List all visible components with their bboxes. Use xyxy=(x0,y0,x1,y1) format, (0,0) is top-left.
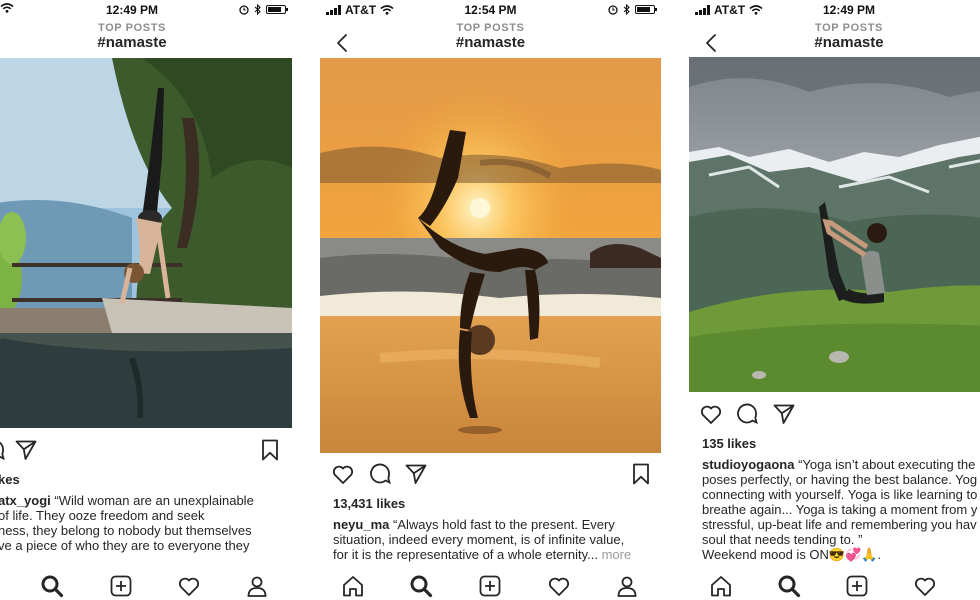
share-icon[interactable] xyxy=(404,462,428,486)
page-header: TOP POSTS #namaste xyxy=(689,20,980,56)
comment-icon[interactable] xyxy=(735,402,759,426)
status-time: 12:49 PM xyxy=(822,3,876,17)
hashtag-title: #namaste xyxy=(455,34,526,51)
post-actions xyxy=(0,436,292,464)
caption-username[interactable]: neyu_ma xyxy=(333,517,389,532)
bluetooth-icon xyxy=(254,4,261,15)
search-icon[interactable] xyxy=(409,574,433,598)
post-caption: studioyogaona “Yoga isn’t about executin… xyxy=(702,457,980,562)
likes-count: 135 likes xyxy=(702,436,757,451)
activity-heart-icon[interactable] xyxy=(547,574,571,598)
header-subtitle: TOP POSTS xyxy=(456,22,525,34)
post-caption: atx_yogi “Wild woman are an unexplainabl… xyxy=(0,493,292,553)
search-icon[interactable] xyxy=(40,574,64,598)
alarm-icon xyxy=(239,4,249,15)
post-caption: neyu_ma “Always hold fast to the present… xyxy=(333,517,661,562)
phone-screen-3: AT&T 12:49 PM TOP POSTS #namaste 135 lik… xyxy=(689,0,980,600)
like-heart-icon[interactable] xyxy=(699,402,723,426)
bluetooth-icon xyxy=(623,4,630,15)
post-actions xyxy=(689,400,980,428)
share-icon[interactable] xyxy=(14,438,38,462)
status-bar: 12:49 PM xyxy=(0,0,292,20)
phone-screen-2: AT&T 12:54 PM TOP POSTS #namaste 13,431 … xyxy=(320,0,661,600)
home-icon[interactable] xyxy=(709,574,733,598)
status-bar: AT&T 12:54 PM xyxy=(320,0,661,20)
tab-bar xyxy=(320,570,661,600)
page-header: TOP POSTS #namaste xyxy=(320,20,661,56)
post-actions xyxy=(320,460,661,488)
bookmark-icon[interactable] xyxy=(258,438,282,462)
likes-count: 13,431 likes xyxy=(333,496,406,511)
tab-bar xyxy=(689,570,980,600)
new-post-icon[interactable] xyxy=(845,574,869,598)
tab-bar xyxy=(0,570,292,600)
likes-count: kes xyxy=(0,472,20,487)
post-photo[interactable] xyxy=(320,58,661,453)
caption-username[interactable]: studioyogaona xyxy=(702,457,794,472)
like-heart-icon[interactable] xyxy=(331,462,355,486)
more-link[interactable]: more xyxy=(598,547,632,562)
share-icon[interactable] xyxy=(772,402,796,426)
battery-icon xyxy=(266,5,288,14)
profile-icon[interactable] xyxy=(245,574,269,598)
post-photo[interactable] xyxy=(689,57,980,392)
activity-heart-icon[interactable] xyxy=(913,574,937,598)
comment-icon[interactable] xyxy=(368,462,392,486)
battery-icon xyxy=(635,5,657,14)
hashtag-title: #namaste xyxy=(97,34,167,51)
activity-heart-icon[interactable] xyxy=(177,574,201,598)
new-post-icon[interactable] xyxy=(478,574,502,598)
caption-username[interactable]: atx_yogi xyxy=(0,493,51,508)
new-post-icon[interactable] xyxy=(109,574,133,598)
post-photo[interactable] xyxy=(0,58,292,428)
hashtag-title: #namaste xyxy=(814,34,884,51)
phone-screen-1: 12:49 PM TOP POSTS #namaste kes atx_yogi… xyxy=(0,0,292,600)
caption-text: “Yoga isn’t about executing the poses pe… xyxy=(702,457,978,562)
page-header: TOP POSTS #namaste xyxy=(0,20,292,56)
status-bar: AT&T 12:49 PM xyxy=(689,0,980,20)
header-subtitle: TOP POSTS xyxy=(98,22,166,34)
home-icon[interactable] xyxy=(341,574,365,598)
comment-icon[interactable] xyxy=(0,438,6,462)
alarm-icon xyxy=(608,4,618,15)
header-subtitle: TOP POSTS xyxy=(815,22,883,34)
profile-icon[interactable] xyxy=(615,574,639,598)
bookmark-icon[interactable] xyxy=(629,462,653,486)
search-icon[interactable] xyxy=(777,574,801,598)
